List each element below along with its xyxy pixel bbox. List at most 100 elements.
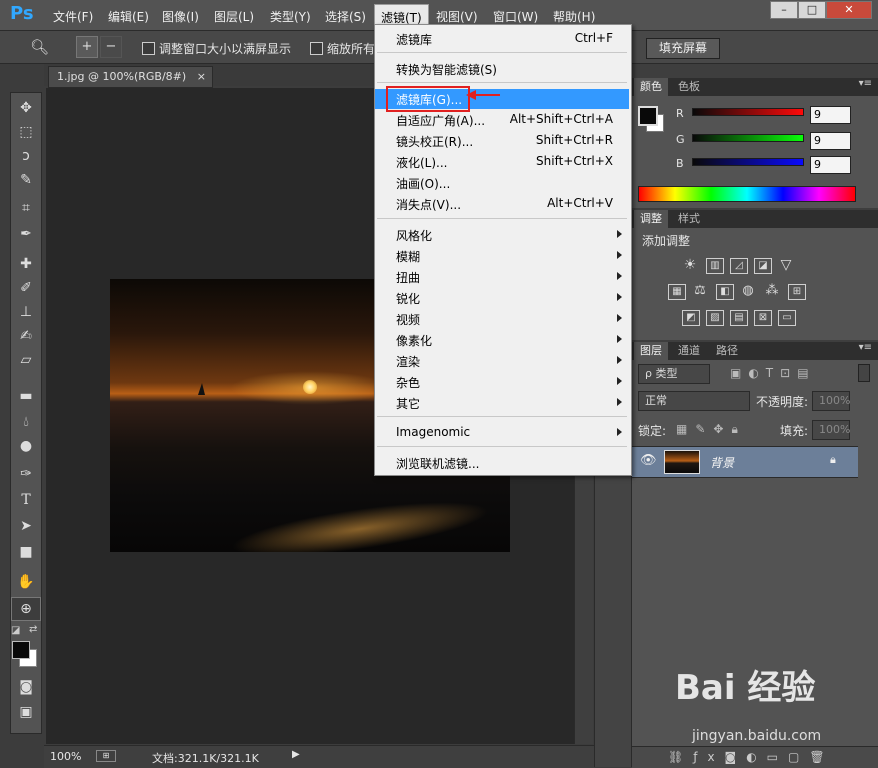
- zoom-tool-icon[interactable]: ⊕: [11, 597, 41, 621]
- brightness-icon[interactable]: ☀: [682, 258, 698, 272]
- tab-color[interactable]: 颜色: [634, 78, 668, 96]
- tab-layers[interactable]: 图层: [634, 342, 668, 360]
- foreground-color-swatch[interactable]: [12, 641, 30, 659]
- quick-mask-icon[interactable]: ◙: [11, 676, 41, 698]
- panel-menu-icon[interactable]: ▾≡: [859, 78, 872, 89]
- pen-tool-icon[interactable]: ✑: [11, 463, 41, 485]
- tab-channels[interactable]: 通道: [672, 342, 706, 360]
- history-brush-tool-icon[interactable]: ✍: [11, 325, 41, 347]
- document-tab[interactable]: 1.jpg @ 100%(RGB/8#) ×: [48, 66, 213, 88]
- menu-image[interactable]: 图像(I): [162, 8, 199, 25]
- path-select-tool-icon[interactable]: ➤: [11, 515, 41, 537]
- layer-filter-dropdown[interactable]: ρ 类型: [638, 364, 710, 384]
- black-white-icon[interactable]: ◧: [716, 284, 734, 300]
- layer-name[interactable]: 背景: [710, 454, 734, 471]
- photo-filter-icon[interactable]: ◍: [740, 284, 756, 298]
- hand-tool-icon[interactable]: ✋: [11, 571, 41, 593]
- fg-color-chip[interactable]: [638, 106, 658, 126]
- menuitem-oil-paint[interactable]: 油画(O)...: [375, 173, 629, 193]
- menu-file[interactable]: 文件(F): [53, 8, 93, 25]
- marquee-tool-icon[interactable]: ⬚: [11, 121, 41, 143]
- hue-saturation-icon[interactable]: ▦: [668, 284, 686, 300]
- lock-icons[interactable]: ▦✎✥🔒︎: [676, 422, 746, 437]
- layer-filter-icons[interactable]: ▣◐T⊡▤: [730, 366, 816, 380]
- menu-layer[interactable]: 图层(L): [214, 8, 254, 25]
- exposure-icon[interactable]: ◪: [754, 258, 772, 274]
- menu-type[interactable]: 类型(Y): [270, 8, 311, 25]
- eyedropper-tool-icon[interactable]: ✒: [11, 223, 41, 245]
- opacity-field[interactable]: 100%: [812, 391, 850, 411]
- invert-icon[interactable]: ◩: [682, 310, 700, 326]
- menuitem-blur[interactable]: 模糊: [375, 246, 629, 266]
- menuitem-video[interactable]: 视频: [375, 309, 629, 329]
- layer-row-background[interactable]: 👁︎ 背景 🔒︎: [632, 446, 858, 478]
- gradient-map-icon[interactable]: ▭: [778, 310, 796, 326]
- menuitem-stylize[interactable]: 风格化: [375, 225, 629, 245]
- menuitem-filter-gallery-last[interactable]: 滤镜库 Ctrl+F: [375, 29, 629, 49]
- move-tool-icon[interactable]: ✥: [11, 97, 41, 119]
- menuitem-distort[interactable]: 扭曲: [375, 267, 629, 287]
- gradient-tool-icon[interactable]: ▬: [11, 385, 41, 407]
- b-slider[interactable]: [692, 158, 804, 166]
- menu-help[interactable]: 帮助(H): [553, 8, 595, 25]
- curves-icon[interactable]: ◿: [730, 258, 748, 274]
- selective-color-icon[interactable]: ⊠: [754, 310, 772, 326]
- swap-colors-icon[interactable]: ⇄: [29, 624, 37, 635]
- dodge-tool-icon[interactable]: ●: [11, 435, 41, 457]
- menuitem-pixelate[interactable]: 像素化: [375, 330, 629, 350]
- levels-icon[interactable]: ▥: [706, 258, 724, 274]
- screen-mode-icon[interactable]: ▣: [11, 701, 41, 723]
- quick-select-tool-icon[interactable]: ✎: [11, 169, 41, 191]
- menu-view[interactable]: 视图(V): [436, 8, 478, 25]
- default-colors-icon[interactable]: ◪: [11, 625, 20, 636]
- menu-select[interactable]: 选择(S): [325, 8, 366, 25]
- b-value-field[interactable]: 9: [810, 156, 851, 174]
- color-spectrum[interactable]: [638, 186, 856, 202]
- brush-tool-icon[interactable]: ✐: [11, 277, 41, 299]
- zoom-out-icon[interactable]: −: [100, 36, 122, 58]
- visibility-eye-icon[interactable]: 👁︎: [640, 453, 657, 468]
- fill-screen-button[interactable]: 填充屏幕: [646, 38, 720, 59]
- menu-edit[interactable]: 编辑(E): [108, 8, 149, 25]
- menuitem-noise[interactable]: 杂色: [375, 372, 629, 392]
- zoom-in-icon[interactable]: +: [76, 36, 98, 58]
- layers-menu-icon[interactable]: ▾≡: [859, 342, 872, 353]
- layers-footer-icons[interactable]: ⛓ƒx◙◐▭▢🗑︎: [632, 746, 878, 768]
- color-balance-icon[interactable]: ⚖: [692, 284, 708, 298]
- shape-tool-icon[interactable]: ■: [11, 541, 41, 563]
- status-icon[interactable]: ⊞: [96, 750, 116, 762]
- filter-toggle-icon[interactable]: [858, 364, 870, 382]
- menuitem-other[interactable]: 其它: [375, 393, 629, 413]
- tab-paths[interactable]: 路径: [710, 342, 744, 360]
- menuitem-render[interactable]: 渲染: [375, 351, 629, 371]
- zoom-level[interactable]: 100%: [50, 750, 81, 763]
- close-button[interactable]: ✕: [826, 1, 872, 19]
- menuitem-sharpen[interactable]: 锐化: [375, 288, 629, 308]
- menuitem-vanishing-point[interactable]: 消失点(V)... Alt+Ctrl+V: [375, 194, 629, 214]
- maximize-button[interactable]: □: [798, 1, 826, 19]
- minimize-button[interactable]: –: [770, 1, 798, 19]
- type-tool-icon[interactable]: T: [11, 489, 41, 511]
- vibrance-icon[interactable]: ▽: [778, 258, 794, 272]
- g-value-field[interactable]: 9: [810, 132, 851, 150]
- blur-tool-icon[interactable]: 💧︎: [11, 411, 41, 433]
- menuitem-imagenomic[interactable]: Imagenomic: [375, 423, 629, 443]
- stamp-tool-icon[interactable]: ⊥: [11, 301, 41, 323]
- zoom-tool-icon[interactable]: 🔍︎: [30, 38, 49, 56]
- resize-window-checkbox[interactable]: [142, 42, 155, 55]
- color-lookup-icon[interactable]: ⊞: [788, 284, 806, 300]
- fill-field[interactable]: 100%: [812, 420, 850, 440]
- blend-mode-dropdown[interactable]: 正常: [638, 391, 750, 411]
- posterize-icon[interactable]: ▨: [706, 310, 724, 326]
- r-slider[interactable]: [692, 108, 804, 116]
- status-menu-arrow-icon[interactable]: ▶: [292, 749, 300, 760]
- tab-adjustments[interactable]: 调整: [634, 210, 668, 228]
- threshold-icon[interactable]: ▤: [730, 310, 748, 326]
- zoom-all-checkbox[interactable]: [310, 42, 323, 55]
- r-value-field[interactable]: 9: [810, 106, 851, 124]
- menuitem-lens-correction[interactable]: 镜头校正(R)... Shift+Ctrl+R: [375, 131, 629, 151]
- menuitem-liquify[interactable]: 液化(L)... Shift+Ctrl+X: [375, 152, 629, 172]
- tab-swatches[interactable]: 色板: [672, 78, 706, 96]
- menu-window[interactable]: 窗口(W): [493, 8, 538, 25]
- crop-tool-icon[interactable]: ⌗: [11, 197, 41, 219]
